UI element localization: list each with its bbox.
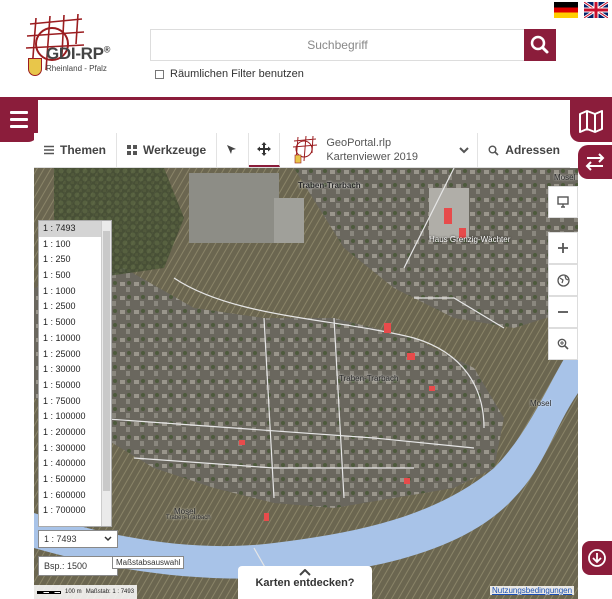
scale-select-value: 1 : 7493 bbox=[44, 534, 77, 544]
zoom-in-button[interactable] bbox=[548, 232, 578, 264]
scale-scrollbar[interactable] bbox=[101, 221, 111, 526]
gdi-logo-small-icon bbox=[293, 135, 318, 164]
coat-of-arms-icon bbox=[28, 58, 42, 76]
swap-panel-button[interactable] bbox=[578, 145, 612, 179]
viewer-name: GeoPortal.rlp bbox=[326, 137, 392, 149]
pan-tool-button[interactable] bbox=[248, 133, 281, 167]
search-input[interactable]: Suchbegriff bbox=[150, 29, 524, 61]
scroll-down-button[interactable] bbox=[582, 541, 612, 575]
map-controls bbox=[548, 186, 578, 360]
map-label-building: Haus Grenzig-Wächter bbox=[429, 235, 511, 244]
scale-scroll-thumb[interactable] bbox=[103, 231, 110, 491]
globe-icon bbox=[556, 273, 570, 287]
map-panel-button[interactable] bbox=[570, 100, 612, 142]
zoom-magnifier-icon bbox=[557, 338, 569, 350]
map-icon bbox=[579, 110, 603, 133]
address-label: Adressen bbox=[505, 143, 560, 157]
address-search-button[interactable]: Adressen bbox=[478, 133, 570, 167]
viewer-subtitle: Kartenviewer 2019 bbox=[326, 151, 419, 163]
viewer-selector[interactable]: GeoPortal.rlp Kartenviewer 2019 bbox=[280, 133, 479, 167]
swap-arrows-icon bbox=[585, 153, 605, 171]
map-label-river-right: Mosel bbox=[530, 399, 552, 408]
scale-tooltip: Maßstabsauswahl bbox=[112, 556, 185, 569]
minus-icon bbox=[558, 311, 568, 313]
spatial-filter-checkbox[interactable] bbox=[155, 69, 164, 79]
discover-maps-button[interactable]: Karten entdecken? bbox=[238, 566, 372, 599]
logo-subtitle: Rheinland - Pfalz bbox=[46, 64, 107, 73]
scale-bar: 100 m Maßstab: 1 : 7493 bbox=[34, 585, 138, 599]
chevron-down-icon bbox=[104, 536, 112, 542]
map-label-town-top: Traben-Trarbach bbox=[298, 181, 361, 190]
english-flag-icon[interactable] bbox=[584, 2, 608, 18]
main-menu-button[interactable] bbox=[0, 100, 38, 142]
list-icon bbox=[44, 145, 54, 155]
chevron-up-icon bbox=[299, 569, 311, 576]
german-flag-icon[interactable] bbox=[554, 2, 578, 18]
grid-icon bbox=[127, 145, 138, 155]
zoom-out-button[interactable] bbox=[548, 296, 578, 328]
zoom-box-button[interactable] bbox=[548, 328, 578, 360]
header-divider bbox=[0, 97, 612, 100]
search-icon bbox=[530, 35, 549, 54]
hamburger-icon bbox=[10, 111, 28, 128]
themes-button[interactable]: Themen bbox=[34, 133, 118, 167]
monitor-button[interactable] bbox=[548, 186, 578, 218]
scale-text: Maßstab: 1 : 7493 bbox=[85, 589, 135, 595]
tools-button[interactable]: Werkzeuge bbox=[117, 133, 218, 167]
map-toolbar: Themen Werkzeuge GeoPortal.rlp Kartenvie… bbox=[34, 133, 570, 168]
spatial-filter-label: Räumlichen Filter benutzen bbox=[170, 68, 304, 80]
map-label-river-top-right: Mosel bbox=[554, 173, 576, 182]
magnifier-icon bbox=[488, 145, 499, 156]
map-label-river-bottom-sub: Traben-Trarbach bbox=[166, 515, 211, 521]
monitor-icon bbox=[557, 196, 569, 208]
tools-label: Werkzeuge bbox=[143, 143, 207, 157]
select-tool-button[interactable] bbox=[217, 133, 249, 167]
gdi-rp-logo[interactable]: GDI-RP® Rheinland - Pfalz bbox=[20, 12, 120, 84]
scale-bar-graphic bbox=[37, 590, 61, 594]
arrow-down-icon bbox=[588, 549, 606, 567]
search-button[interactable] bbox=[524, 29, 556, 61]
header: GDI-RP® Rheinland - Pfalz Suchbegriff Rä… bbox=[0, 0, 612, 98]
scale-dropdown-list[interactable]: 1 : 7493 1 : 100 1 : 250 1 : 500 1 : 1000 1 :… bbox=[38, 220, 112, 527]
map-label-town-center: Traben-Trarbach bbox=[339, 374, 399, 383]
scale-select[interactable]: 1 : 7493 bbox=[38, 530, 118, 548]
chevron-down-icon bbox=[459, 147, 470, 154]
plus-icon bbox=[558, 243, 568, 253]
scale-bar-label: 100 m bbox=[65, 589, 82, 595]
globe-button[interactable] bbox=[548, 264, 578, 296]
logo-title: GDI-RP® bbox=[46, 44, 111, 63]
scale-input[interactable]: Bsp.: 1500 bbox=[38, 556, 118, 576]
move-arrows-icon bbox=[257, 142, 272, 156]
terms-of-use-link[interactable]: Nutzungsbedingungen bbox=[490, 586, 575, 595]
cursor-icon bbox=[227, 145, 237, 154]
discover-label: Karten entdecken? bbox=[255, 577, 355, 589]
themes-label: Themen bbox=[60, 143, 107, 157]
spatial-filter-row[interactable]: Räumlichen Filter benutzen bbox=[155, 68, 304, 80]
